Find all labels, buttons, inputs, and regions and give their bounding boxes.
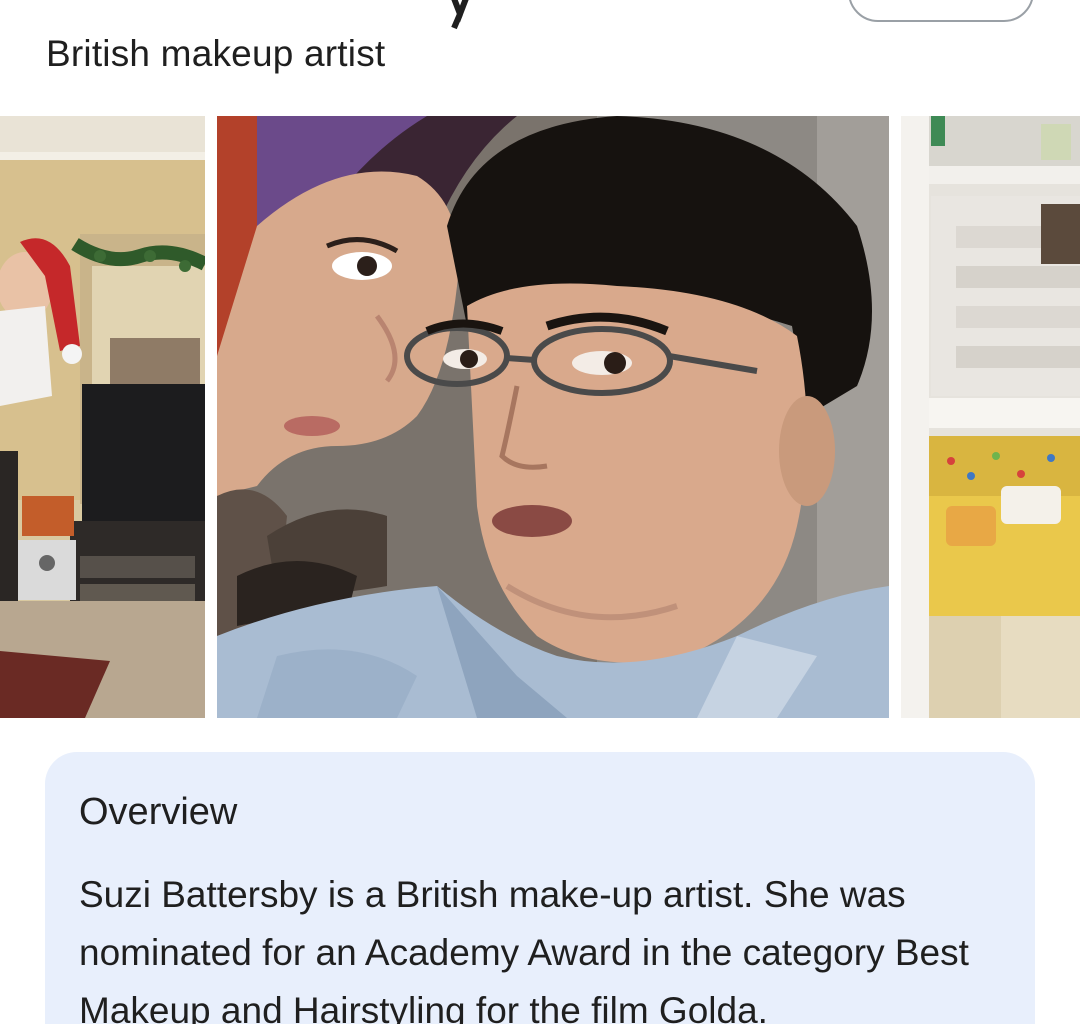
overview-heading: Overview <box>79 791 238 833</box>
follow-button[interactable] <box>848 0 1034 22</box>
carousel-image-living-room[interactable] <box>0 116 205 718</box>
title-remnant <box>446 0 476 30</box>
image-carousel[interactable] <box>0 116 1080 718</box>
knowledge-panel: British makeup artist Overview Suzi Batt… <box>0 0 1080 1024</box>
carousel-image-shop-shelf[interactable] <box>901 116 1080 718</box>
entity-subtitle: British makeup artist <box>46 33 386 74</box>
overview-description: Suzi Battersby is a British make-up arti… <box>79 874 969 1024</box>
carousel-image-two-people[interactable] <box>217 116 889 718</box>
overview-card: Overview Suzi Battersby is a British mak… <box>45 752 1035 1024</box>
